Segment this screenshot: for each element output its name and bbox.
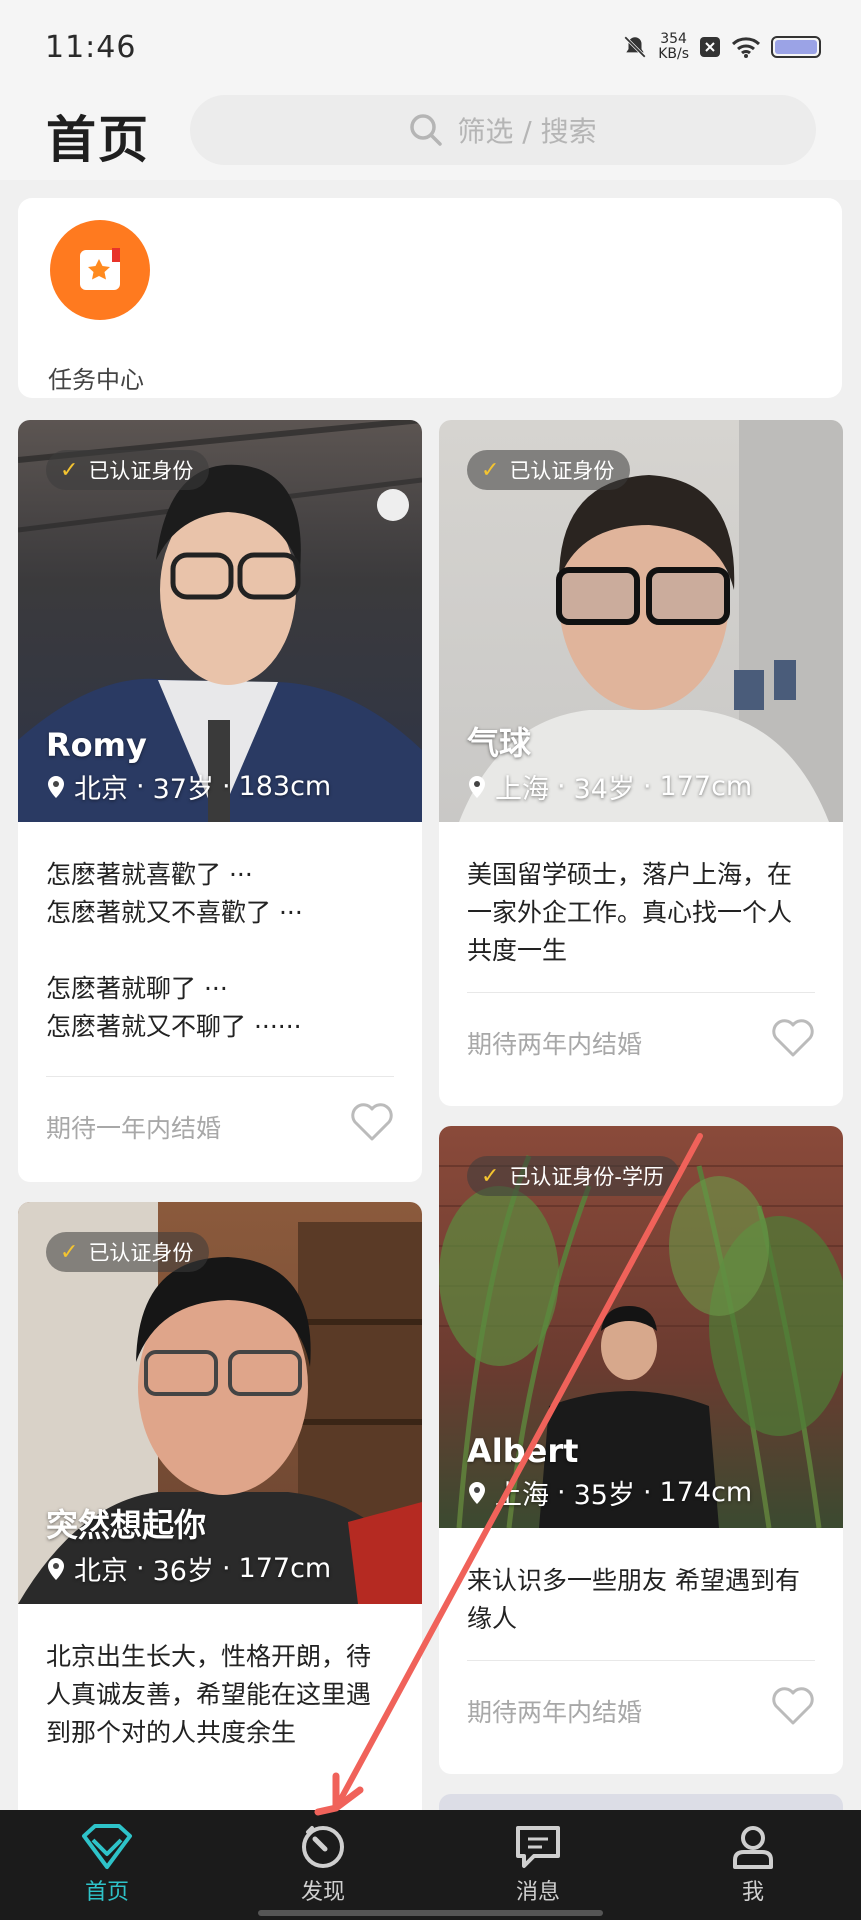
task-center-card[interactable]: 任务中心 (18, 198, 842, 398)
heart-icon[interactable] (771, 1019, 815, 1059)
tab-me[interactable]: 我 (693, 1824, 813, 1906)
task-center-label: 任务中心 (48, 366, 144, 394)
search-placeholder: 筛选 / 搜索 (457, 115, 597, 148)
profile-icon (733, 1826, 773, 1869)
home-indicator (258, 1910, 603, 1916)
marriage-expectation: 期待两年内结婚 (467, 1030, 643, 1059)
tab-discover[interactable]: 发现 (263, 1824, 383, 1906)
wifi-icon (731, 37, 761, 58)
status-bar: 11:46 354 KB/s (0, 0, 861, 92)
search-bar[interactable]: 筛选 / 搜索 (190, 95, 816, 165)
profile-bio: 来认识多一些朋友 希望遇到有缘人 (467, 1566, 800, 1633)
check-icon: ✓ (481, 1163, 500, 1189)
location-pin-icon (469, 1481, 485, 1504)
verified-badge: ✓ 已认证身份-学历 (467, 1156, 681, 1196)
check-icon: ✓ (481, 457, 500, 483)
status-icons: 354 KB/s (622, 32, 821, 62)
profile-name: Romy (46, 726, 147, 764)
profile-photo: ✓ 已认证身份 气球 上海 · 34岁 · 177cm (439, 420, 843, 822)
marriage-expectation: 期待一年内结婚 (46, 1114, 222, 1143)
verified-badge: ✓ 已认证身份 (46, 450, 210, 490)
marriage-expectation: 期待两年内结婚 (467, 1698, 643, 1727)
profile-card[interactable]: ✓ 已认证身份 气球 上海 · 34岁 · 177cm 美国留学硕士，落户上海，在一家外企… (439, 420, 843, 1106)
location-pin-icon (48, 775, 64, 798)
bottom-tab-bar: 首页 发现 消息 我 (0, 1810, 861, 1920)
diamond-icon (82, 1824, 132, 1869)
header: 首页 筛选 / 搜索 (0, 92, 861, 180)
page-title: 首页 (46, 111, 150, 169)
network-speed: 354 KB/s (658, 31, 689, 62)
location-pin-icon (48, 1557, 64, 1580)
profile-name: Albert (467, 1432, 579, 1470)
profile-card[interactable]: ✓ 已认证身份-学历 Albert 上海 · 35岁 · 174cm 来认识多一些朋友 希… (439, 1126, 843, 1774)
profile-card[interactable]: ✓ 已认证身份 突然想起你 北京 · 36岁 · 177cm 北京出生长大，性格开朗，待人… (18, 1202, 422, 1822)
tab-home[interactable]: 首页 (47, 1824, 167, 1906)
profile-name: 突然想起你 (46, 1506, 207, 1544)
profile-meta: 上海 · 35岁 · 174cm (467, 1473, 752, 1512)
profile-meta: 上海 · 34岁 · 177cm (467, 767, 752, 806)
compass-icon (302, 1826, 344, 1868)
verified-badge: ✓ 已认证身份 (467, 450, 631, 490)
tab-messages[interactable]: 消息 (478, 1824, 598, 1906)
profile-card[interactable]: ✓ 已认证身份 Romy 北京 · 37岁 · 183cm 怎麽著就喜歡了 ··· 怎麽著… (18, 420, 422, 1182)
battery-icon (771, 36, 821, 58)
check-icon: ✓ (60, 1239, 79, 1265)
profile-photo: ✓ 已认证身份 突然想起你 北京 · 36岁 · 177cm (18, 1202, 422, 1604)
heart-icon[interactable] (771, 1687, 815, 1727)
card-footer: 期待两年内结婚 (439, 1661, 843, 1761)
message-icon (516, 1826, 560, 1868)
search-icon (410, 114, 443, 146)
card-footer: 期待两年内结婚 (439, 993, 843, 1093)
profile-meta: 北京 · 36岁 · 177cm (46, 1549, 331, 1588)
task-book-icon (50, 220, 150, 320)
profile-meta: 北京 · 37岁 · 183cm (46, 767, 331, 806)
bell-muted-icon (624, 36, 647, 58)
profile-bio: 怎麽著就喜歡了 ··· 怎麽著就又不喜歡了 ··· 怎麽著就聊了 ··· 怎麽著… (46, 860, 303, 1041)
profile-photo: ✓ 已认证身份 Romy 北京 · 37岁 · 183cm (18, 420, 422, 822)
verified-badge: ✓ 已认证身份 (46, 1232, 210, 1272)
profile-bio: 美国留学硕士，落户上海，在一家外企工作。真心找一个人共度一生 (467, 860, 793, 965)
close-box-icon (700, 37, 720, 57)
profile-bio: 北京出生长大，性格开朗，待人真诚友善，希望能在这里遇到那个对的人共度余生 (46, 1642, 372, 1747)
location-pin-icon (469, 775, 485, 798)
heart-icon[interactable] (350, 1103, 394, 1143)
profile-name: 气球 (467, 724, 532, 762)
check-icon: ✓ (60, 457, 79, 483)
status-time: 11:46 (45, 30, 137, 65)
profile-photo: ✓ 已认证身份-学历 Albert 上海 · 35岁 · 174cm (439, 1126, 843, 1528)
card-footer: 期待一年内结婚 (18, 1077, 422, 1177)
